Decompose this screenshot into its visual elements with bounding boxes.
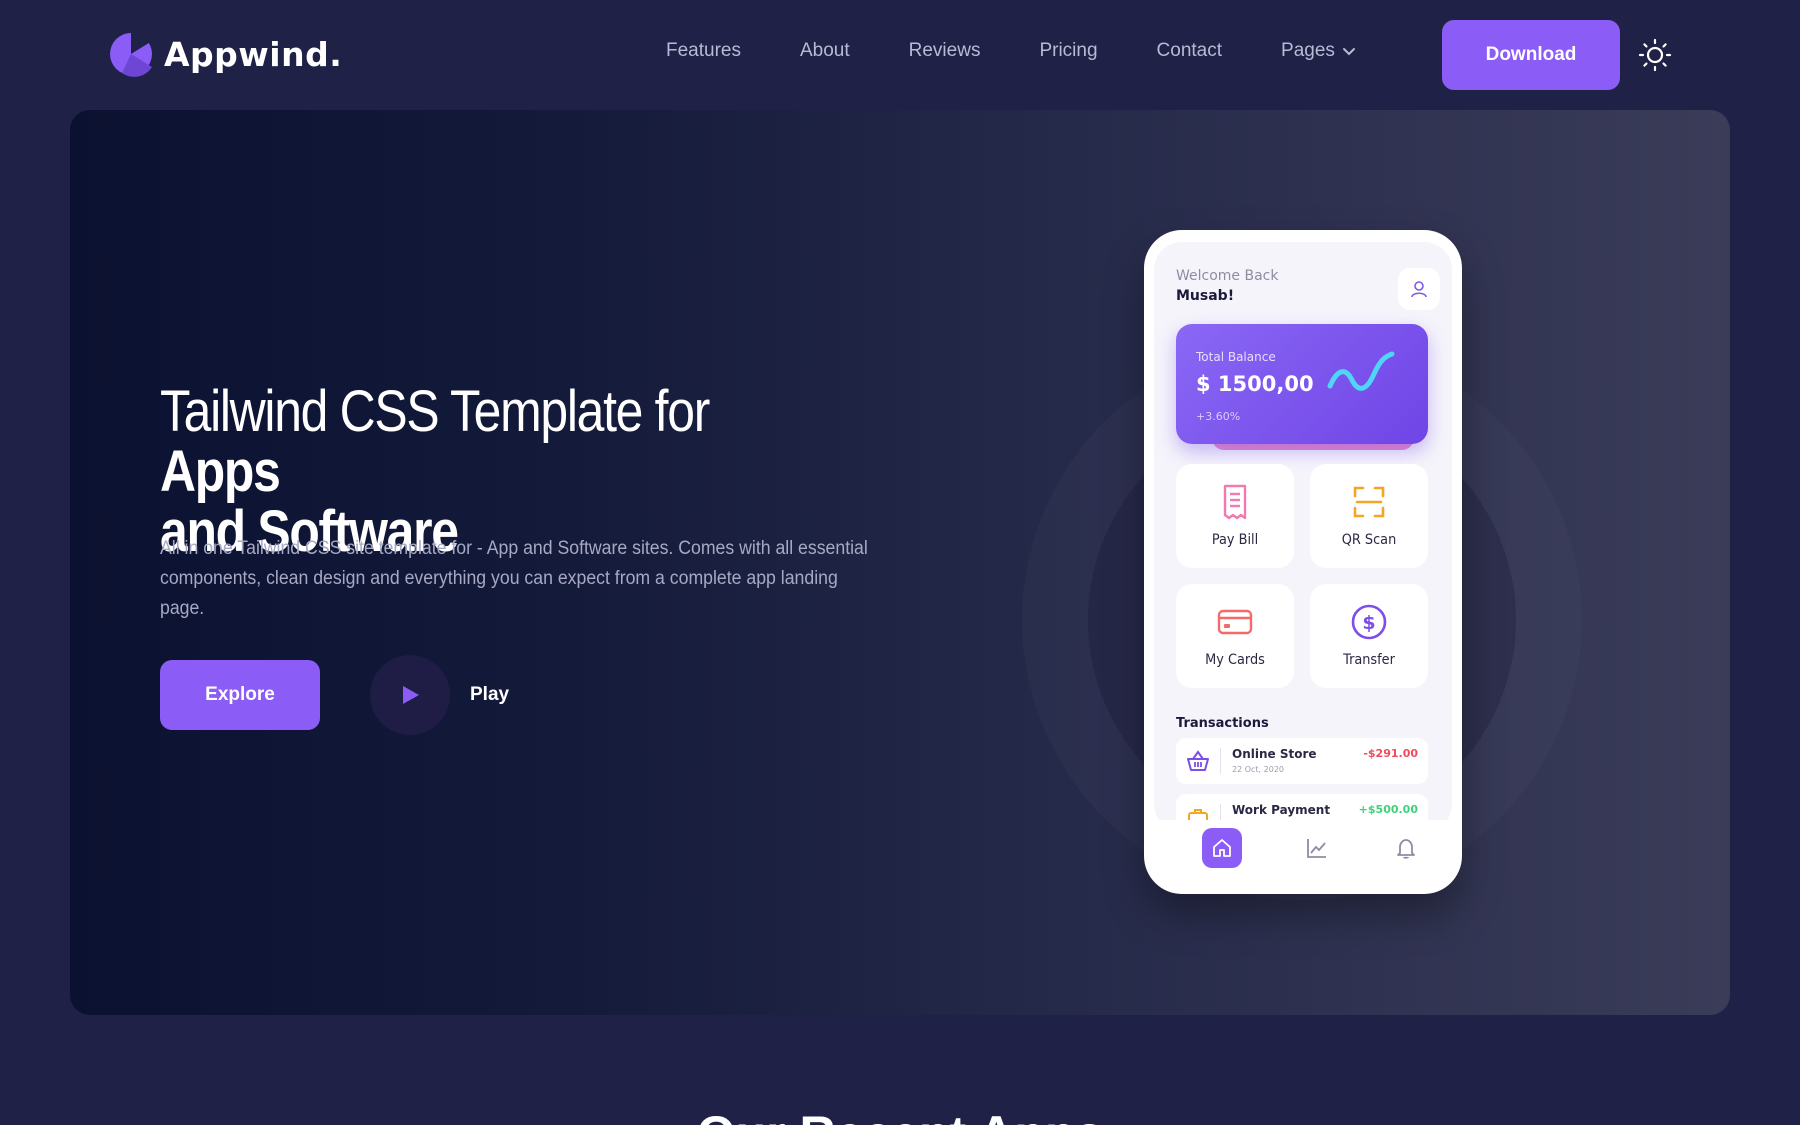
divider (1220, 748, 1221, 774)
tab-home[interactable] (1202, 828, 1242, 868)
profile-button[interactable] (1398, 268, 1440, 310)
my-cards-tile[interactable]: My Cards (1176, 584, 1294, 688)
chevron-down-icon (1342, 48, 1355, 56)
home-icon (1213, 839, 1231, 857)
tab-notifications[interactable] (1386, 828, 1426, 868)
card-icon (1217, 609, 1253, 635)
svg-text:$: $ (1362, 612, 1375, 634)
basket-icon (1187, 750, 1209, 771)
nav-link-reviews[interactable]: Reviews (909, 40, 981, 62)
nav-link-contact[interactable]: Contact (1157, 40, 1222, 62)
transfer-label: Transfer (1343, 652, 1395, 668)
balance-label: Total Balance (1196, 350, 1276, 364)
pay-bill-tile[interactable]: Pay Bill (1176, 464, 1294, 568)
transaction-amount: -$291.00 (1363, 747, 1418, 760)
nav-links: Features About Reviews Pricing Contact P… (666, 40, 1357, 62)
hero-title-bold-1: Apps (160, 439, 281, 504)
tab-stats[interactable] (1297, 828, 1337, 868)
nav-link-features[interactable]: Features (666, 40, 741, 62)
transfer-tile[interactable]: $ Transfer (1310, 584, 1428, 688)
nav-link-pricing[interactable]: Pricing (1039, 40, 1097, 62)
phone-screen: Welcome Back Musab! Total Balance $ 1500… (1154, 242, 1452, 832)
qr-scan-label: QR Scan (1341, 532, 1397, 548)
hero-title-regular: Tailwind CSS Template for (160, 379, 710, 444)
phone-mockup: Welcome Back Musab! Total Balance $ 1500… (1144, 230, 1462, 894)
balance-card[interactable]: Total Balance $ 1500,00 +3.60% (1176, 324, 1428, 444)
user-icon (1411, 281, 1427, 298)
top-navbar: Appwind. Features About Reviews Pricing … (0, 0, 1800, 110)
logo-mark-icon (110, 32, 152, 77)
transaction-row[interactable]: Online Store 22 Oct, 2020 -$291.00 (1176, 738, 1428, 784)
hero-section: Tailwind CSS Template for Apps and Softw… (70, 110, 1730, 1015)
my-cards-label: My Cards (1205, 652, 1265, 668)
transaction-name: Online Store (1232, 747, 1317, 761)
download-button[interactable]: Download (1442, 20, 1620, 90)
wave-graph-icon (1327, 351, 1395, 391)
qr-scan-tile[interactable]: QR Scan (1310, 464, 1428, 568)
transaction-date: 22 Oct, 2020 (1232, 765, 1284, 774)
play-button[interactable] (370, 655, 450, 735)
nav-link-about[interactable]: About (800, 40, 850, 62)
play-label[interactable]: Play (470, 684, 509, 706)
explore-button[interactable]: Explore (160, 660, 320, 730)
sun-icon[interactable] (1638, 38, 1672, 72)
balance-amount: $ 1500,00 (1196, 372, 1314, 396)
brand-logo[interactable]: Appwind. (108, 30, 342, 78)
hero-description: All in one Tailwind CSS site template fo… (160, 538, 868, 619)
qr-scan-icon (1353, 486, 1385, 518)
transactions-title: Transactions (1176, 716, 1269, 731)
dollar-icon: $ (1351, 604, 1387, 640)
receipt-icon (1223, 484, 1247, 520)
phone-tab-bar (1154, 820, 1452, 880)
balance-change: +3.60% (1196, 410, 1241, 423)
transaction-amount: +$500.00 (1358, 803, 1418, 816)
brand-name: Appwind. (164, 34, 343, 74)
nav-link-pages-label: Pages (1281, 40, 1335, 61)
section-heading-recent-apps: Our Recent Apps (0, 1105, 1800, 1125)
nav-dropdown-pages[interactable]: Pages (1281, 40, 1357, 62)
welcome-text: Welcome Back (1176, 268, 1279, 284)
transaction-name: Work Payment (1232, 803, 1331, 817)
play-icon (403, 686, 419, 704)
chart-icon (1307, 839, 1326, 858)
pay-bill-label: Pay Bill (1211, 532, 1259, 548)
bell-icon (1397, 839, 1415, 859)
username: Musab! (1176, 288, 1235, 304)
